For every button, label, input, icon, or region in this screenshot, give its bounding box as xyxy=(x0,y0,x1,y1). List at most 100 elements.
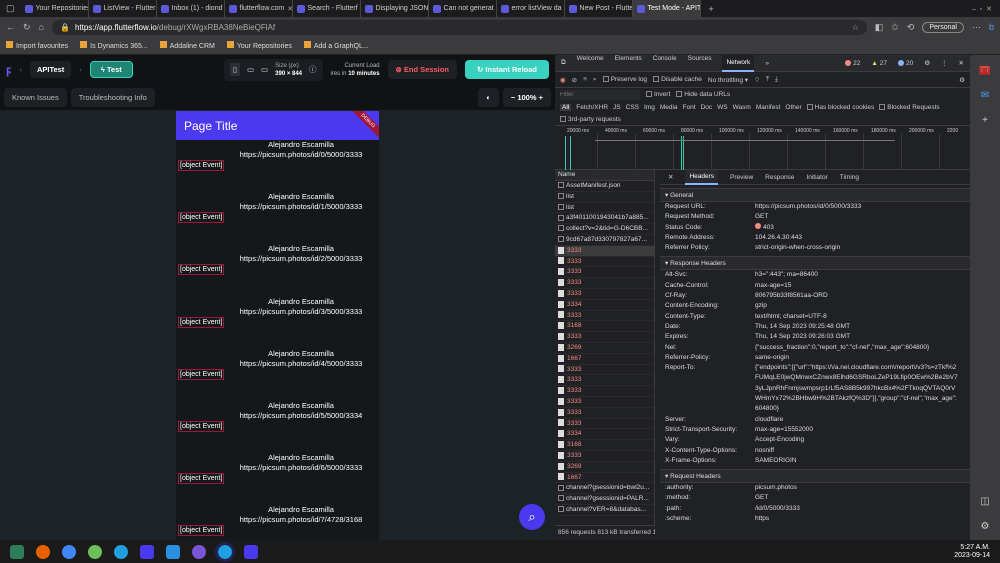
request-row[interactable]: channel?VER=8&databas... xyxy=(555,505,654,516)
devtools-tab-elements[interactable]: Elements xyxy=(615,55,642,72)
browser-tab[interactable]: flutterflow.com✕ xyxy=(225,0,293,17)
flutterflow-active-icon[interactable] xyxy=(244,544,258,559)
bookmark-item[interactable]: Your Repositories xyxy=(226,41,292,50)
request-row[interactable]: 1667 xyxy=(555,473,654,484)
detail-tab-preview[interactable]: Preview xyxy=(730,174,753,181)
browser-tab[interactable]: Your Repositories✕ xyxy=(21,0,89,17)
network-settings-icon[interactable]: ⚙ xyxy=(959,76,965,84)
name-column-header[interactable]: Name xyxy=(555,170,654,181)
export-har-icon[interactable]: ⤓ xyxy=(775,76,778,84)
blocked-requests-checkbox[interactable]: Blocked Requests xyxy=(879,104,940,111)
search-icon[interactable]: ⌕ xyxy=(593,76,597,84)
request-row[interactable]: 3333 xyxy=(555,365,654,376)
url-input[interactable]: 🔒 https://app.flutterflow.io/debug/rXWgx… xyxy=(51,19,867,35)
list-item[interactable]: Alejandro Escamilla https://picsum.photos… xyxy=(176,349,379,401)
favorite-star-icon[interactable]: ☆ xyxy=(852,23,859,32)
request-row[interactable]: 3269 xyxy=(555,343,654,354)
bing-icon[interactable]: b xyxy=(989,22,994,32)
request-row[interactable]: channel?gsessionid=bwl2u... xyxy=(555,483,654,495)
browser-tab[interactable]: Test Mode - APIT✕ xyxy=(632,0,701,17)
image-list[interactable]: Alejandro Escamilla https://picsum.photos… xyxy=(176,140,379,540)
error-count[interactable]: 22 xyxy=(845,60,860,67)
request-row[interactable]: 3333 xyxy=(555,267,654,279)
request-row[interactable]: 3333 xyxy=(555,257,654,268)
history-icon[interactable]: ⟲ xyxy=(907,22,915,33)
known-issues-button[interactable]: Known Issues xyxy=(4,87,67,107)
list-item[interactable]: Alejandro Escamilla https://picsum.photos… xyxy=(176,453,379,505)
filter-icon[interactable]: ≡ xyxy=(583,76,587,83)
instant-reload-button[interactable]: ↻ Instant Reload xyxy=(464,60,549,79)
request-row[interactable]: collect?v=2&tid=G-D6CBB... xyxy=(555,224,654,235)
app-icon[interactable] xyxy=(192,544,206,559)
browser-tab[interactable]: ListView - Flutter✕ xyxy=(89,0,157,17)
detail-tab-headers[interactable]: Headers xyxy=(685,170,719,185)
request-row[interactable]: 3333 xyxy=(555,278,654,289)
preserve-log-checkbox[interactable]: Preserve log xyxy=(602,76,647,83)
request-row[interactable]: 3333 xyxy=(555,397,654,408)
list-item[interactable]: Alejandro Escamilla https://picsum.photos… xyxy=(176,244,379,296)
add-sidebar-app-icon[interactable]: + xyxy=(982,115,988,126)
request-row[interactable]: 1667 xyxy=(555,354,654,365)
phone-icon[interactable]: ▯ xyxy=(229,63,240,76)
manjaro-menu-icon[interactable] xyxy=(10,544,24,559)
type-filter-js[interactable]: JS xyxy=(613,104,621,111)
bookmark-item[interactable]: Import favourites xyxy=(6,41,68,50)
request-row[interactable]: a3f4011001943041b7a885... xyxy=(555,213,654,225)
disable-cache-checkbox[interactable]: Disable cache xyxy=(653,76,702,83)
request-row[interactable]: 3333 xyxy=(555,332,654,343)
request-row[interactable]: 3333 xyxy=(555,408,654,419)
devtools-tab-console[interactable]: Console xyxy=(653,55,677,72)
profile-button[interactable]: Personal xyxy=(922,21,964,33)
tools-icon[interactable]: 🧰 xyxy=(979,65,991,76)
kebab-menu-icon[interactable]: ⋮ xyxy=(941,59,948,67)
edge-active-icon[interactable] xyxy=(215,541,235,562)
reload-icon[interactable]: ↻ xyxy=(23,22,31,33)
extension-icon[interactable]: ◧ xyxy=(875,22,884,33)
new-tab-button[interactable]: + xyxy=(701,4,722,14)
end-session-button[interactable]: ⊗ End Session xyxy=(387,60,457,79)
record-icon[interactable]: ◉ xyxy=(560,76,566,84)
request-row[interactable]: 3333 xyxy=(555,375,654,387)
request-row[interactable]: 3333 xyxy=(555,289,654,300)
request-row[interactable]: list xyxy=(555,203,654,214)
bookmark-item[interactable]: Addaline CRM xyxy=(159,41,215,50)
browser-tab[interactable]: Displaying JSON✕ xyxy=(361,0,429,17)
dark-mode-toggle-icon[interactable]: ◐ xyxy=(478,87,499,107)
more-icon[interactable]: ⋯ xyxy=(972,22,981,33)
request-row[interactable]: 3269 xyxy=(555,462,654,473)
type-filter-media[interactable]: Media xyxy=(660,104,678,111)
detail-tab-response[interactable]: Response xyxy=(765,174,794,181)
clock[interactable]: 5:27 A.M. 2023-09-14 xyxy=(954,544,990,560)
type-filter-img[interactable]: Img xyxy=(644,104,655,111)
type-filter-wasm[interactable]: Wasm xyxy=(733,104,751,111)
network-overview-timeline[interactable]: 20000 ms 40000 ms 60000 ms 80000 ms 100000 m… xyxy=(555,126,978,170)
detail-tab-timing[interactable]: Timing xyxy=(840,174,859,181)
type-filter-other[interactable]: Other xyxy=(785,104,801,111)
vscode-icon[interactable] xyxy=(166,544,180,559)
clear-icon[interactable]: ⊘ xyxy=(572,76,577,84)
browser-tab[interactable]: Inbox (1) - diond✕ xyxy=(157,0,225,17)
tab-actions-icon[interactable]: ▢ xyxy=(0,3,21,14)
request-row[interactable]: AssetManifest.json xyxy=(555,181,654,192)
request-row[interactable]: 3334 xyxy=(555,429,654,441)
type-filter-fetch-xhr[interactable]: Fetch/XHR xyxy=(576,104,608,111)
sidebar-toggle-icon[interactable]: ◫ xyxy=(980,496,989,507)
info-count[interactable]: 20 xyxy=(897,60,913,67)
request-headers-section-header[interactable]: ▾ Request Headers xyxy=(660,469,970,484)
type-filter-font[interactable]: Font xyxy=(683,104,696,111)
outlook-icon[interactable]: ✉ xyxy=(981,90,989,101)
request-row[interactable]: 3334 xyxy=(555,300,654,311)
zoom-in-button[interactable]: + xyxy=(537,93,543,102)
browser-tab[interactable]: error listView da✕ xyxy=(497,0,565,17)
devtools-tab-network[interactable]: Network xyxy=(722,54,755,72)
back-icon[interactable]: ← xyxy=(6,22,15,32)
type-filter-ws[interactable]: WS xyxy=(717,104,727,111)
filter-input[interactable] xyxy=(560,89,640,100)
browser-tab[interactable]: Search - Flutterf✕ xyxy=(293,0,361,17)
bookmark-item[interactable]: Is Dynamics 365... xyxy=(80,41,148,50)
browser-tab[interactable]: Can not generat✕ xyxy=(429,0,497,17)
list-item[interactable]: Alejandro Escamilla https://picsum.photos… xyxy=(176,297,379,349)
detail-tab-initiator[interactable]: Initiator xyxy=(806,174,827,181)
troubleshooting-button[interactable]: Troubleshooting Info xyxy=(70,87,155,107)
gitkraken-icon[interactable] xyxy=(88,544,102,559)
